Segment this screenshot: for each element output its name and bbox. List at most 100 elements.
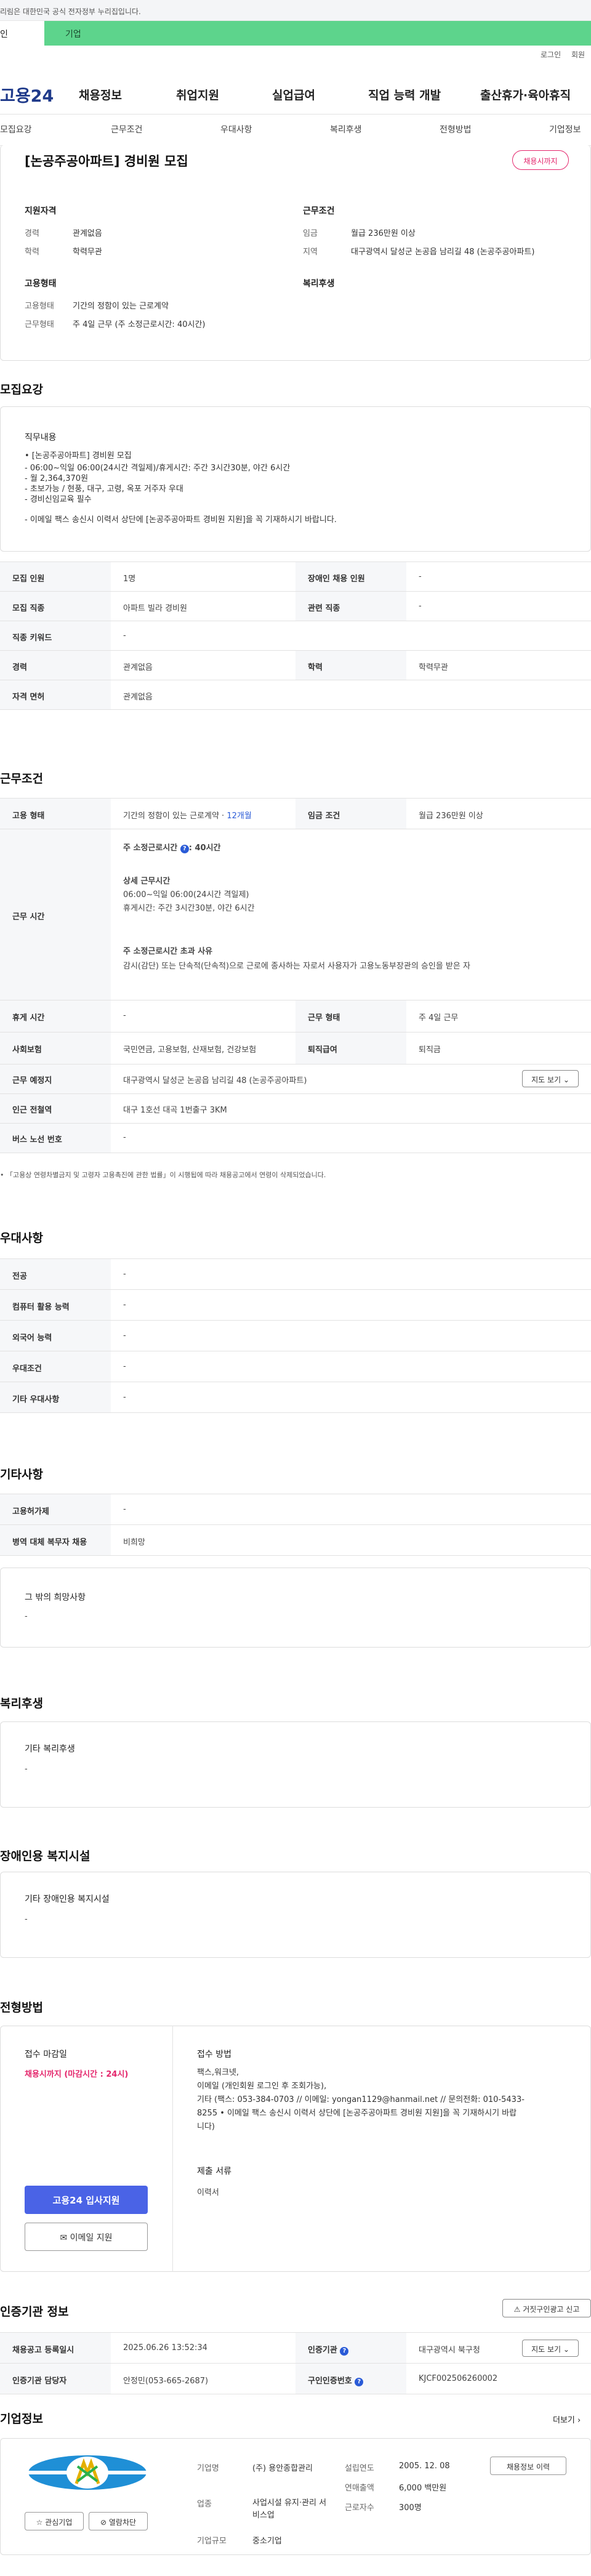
subnav-recruit[interactable]: 모집요강	[0, 123, 32, 135]
company-value: (주) 용안종합관리	[252, 2464, 313, 2473]
table-row-value: 관계없음	[123, 663, 153, 672]
company-value: 300명	[399, 2503, 422, 2513]
report-fake-ad-label: 거짓구인광고 신고	[523, 2305, 580, 2314]
preference-section-title: 우대사항	[0, 1231, 43, 1245]
table-row-value: 1명	[123, 574, 136, 584]
table-row-value: 대구 1호선 대곡 1번출구 3KM	[123, 1106, 227, 1115]
subnav-apply[interactable]: 전형방법	[440, 123, 472, 135]
tab-individual-label: 인	[0, 30, 8, 39]
tab-company[interactable]: 기업	[44, 21, 591, 46]
apply-online-button[interactable]: 고용24 입사지원	[25, 2186, 148, 2214]
table-header-col	[0, 798, 111, 1153]
table-row-value: -	[419, 602, 422, 611]
table-row-value: 국민연금, 고용보험, 산재보험, 건강보험	[123, 1045, 257, 1055]
emp-value: 기간의 정함이 있는 근로계약	[73, 302, 169, 311]
table-row-label: 직종 키워드	[12, 634, 52, 643]
table-row-value: -	[123, 631, 126, 640]
contract-months: 12개월	[227, 811, 252, 821]
qual-value: 관계없음	[73, 229, 102, 238]
table-line	[0, 1412, 591, 1413]
subnav-work[interactable]: 근무조건	[111, 123, 143, 135]
favorite-company-label: 관심기업	[45, 2518, 73, 2527]
method-line: 8255 • 이메일 팩스 송신시 이력서 상단에 [논공주공아파트 경비원 지…	[197, 2109, 517, 2118]
cond-value: 대구광역시 달성군 논공읍 남리길 48 (논공주공아파트)	[351, 248, 535, 257]
table-line	[0, 1123, 591, 1124]
duty-line: - 경비신임교육 필수	[25, 495, 92, 504]
star-icon: ☆	[36, 2518, 43, 2527]
table-row-label: 사회보험	[12, 1045, 42, 1055]
company-logo	[27, 2454, 148, 2491]
detail-hours-line: 휴게시간: 주간 3시간30분, 야간 6시간	[123, 904, 255, 913]
employment-type-value: 기간의 정함이 있는 근로계약 · 12개월	[123, 811, 252, 821]
table-row-label: 버스 노선 번호	[12, 1135, 62, 1145]
cert-number-label-text: 구인인증번호	[308, 2377, 352, 2386]
hiring-history-button[interactable]: 채용정보 이력	[490, 2457, 566, 2475]
gnb-maternity-leave[interactable]: 출산휴가·육아휴직	[480, 86, 571, 103]
etc-section-title: 기타사항	[0, 1468, 43, 1481]
info-icon[interactable]: ?	[340, 2347, 349, 2356]
company-more-link[interactable]: 더보기 ›	[553, 2413, 581, 2425]
info-icon[interactable]: ?	[355, 2378, 364, 2386]
map-view-label: 지도 보기	[531, 1076, 561, 1084]
map-view-button[interactable]: 지도 보기 ⌄	[522, 1070, 579, 1087]
report-fake-ad-button[interactable]: ⚠ 거짓구인광고 신고	[502, 2299, 591, 2317]
gnb-employment-support[interactable]: 취업지원	[176, 86, 219, 103]
table-row-value: -	[419, 572, 422, 581]
table-row-value: -	[123, 1011, 126, 1020]
subnav-preference[interactable]: 우대사항	[220, 123, 252, 135]
table-row-value: -	[123, 1393, 126, 1402]
favorite-company-button[interactable]: ☆ 관심기업	[25, 2512, 84, 2530]
detail-hours-line: 06:00~익일 06:00(24시간 격일제)	[123, 890, 249, 900]
apply-email-label: 이메일 지원	[70, 2233, 113, 2243]
join-link[interactable]: 회원	[571, 49, 585, 60]
company-label: 근로자수	[345, 2503, 374, 2513]
table-row-label: 기타 우대사항	[12, 1395, 60, 1404]
subnav-company[interactable]: 기업정보	[549, 123, 581, 135]
welfare-section-title: 복리후생	[0, 1697, 43, 1710]
table-row-label: 외국어 능력	[12, 1334, 52, 1343]
company-label: 기업규모	[197, 2537, 227, 2546]
job-title: [논공주공아파트] 경비원 모집	[25, 154, 188, 169]
block-company-button[interactable]: ⊘ 열람차단	[89, 2512, 148, 2530]
cert-map-label: 지도 보기	[531, 2345, 561, 2354]
welfare-value: -	[25, 1765, 28, 1774]
qual-value: 학력무관	[73, 248, 102, 257]
table-line	[0, 1064, 591, 1065]
disabled-facilities-title: 기타 장애인용 복지시설	[25, 1894, 110, 1904]
info-icon[interactable]: ?	[180, 845, 189, 853]
table-row-label: 모집 직종	[12, 604, 45, 613]
duty-line: - 06:00~익일 06:00(24시간 격일제)/휴게시간: 주간 3시간3…	[25, 464, 291, 473]
chevron-right-icon: ›	[577, 2416, 581, 2425]
table-row-label: 컴퓨터 활용 능력	[12, 1303, 70, 1312]
site-logo[interactable]: 고용24	[0, 83, 54, 107]
tab-individual[interactable]: 인	[0, 21, 44, 46]
table-row-label: 퇴직급여	[308, 1045, 337, 1055]
table-row-value: -	[123, 1362, 126, 1371]
table-row-label: 인근 전철역	[12, 1106, 52, 1115]
disabled-facilities-box	[0, 1872, 591, 1958]
overtime-text: 감시(감단) 또는 단속적(단속적)으로 근로에 종사하는 자로서 사용자가 고…	[123, 962, 470, 971]
duty-title: 직무내용	[25, 433, 57, 443]
subnav-welfare[interactable]: 복리후생	[330, 123, 362, 135]
apply-email-button[interactable]: ✉ 이메일 지원	[25, 2223, 148, 2251]
gnb-unemployment-benefit[interactable]: 실업급여	[272, 86, 315, 103]
table-row-value: -	[123, 1300, 126, 1310]
table-row-value: 비희망	[123, 1538, 145, 1547]
block-icon: ⊘	[100, 2518, 107, 2527]
company-label: 기업명	[197, 2464, 219, 2473]
table-row-value: 주 4일 근무	[419, 1013, 459, 1023]
table-line	[0, 1289, 591, 1290]
cert-map-button[interactable]: 지도 보기 ⌄	[522, 2340, 579, 2357]
qual-label: 경력	[25, 229, 39, 238]
login-link[interactable]: 로그인	[541, 49, 561, 60]
table-row-label: 임금 조건	[308, 811, 340, 821]
deadline-title: 접수 마감일	[25, 2050, 67, 2059]
chevron-down-icon: ⌄	[563, 1076, 569, 1084]
table-row-value: 학력무관	[419, 663, 448, 672]
gnb-recruit[interactable]: 채용정보	[79, 86, 122, 103]
cond-label: 임금	[303, 229, 318, 238]
gnb-skills-development[interactable]: 직업 능력 개발	[368, 86, 441, 103]
company-value: 6,000 백만원	[399, 2484, 447, 2493]
table-row-label: 근무 예정지	[12, 1076, 52, 1085]
qual-label: 학력	[25, 248, 39, 257]
